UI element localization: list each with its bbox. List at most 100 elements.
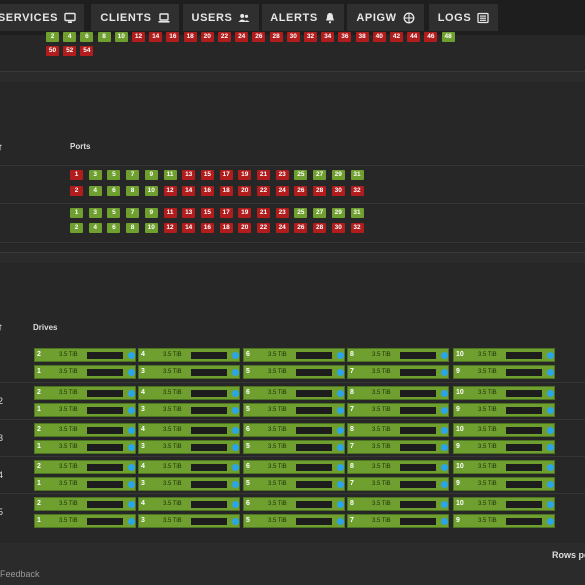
port-17[interactable]: 17: [219, 170, 233, 180]
port-30[interactable]: 30: [331, 186, 345, 196]
drive-slot[interactable]: 1 3.5 TiB: [34, 440, 136, 454]
port-10[interactable]: 10: [144, 186, 158, 196]
drive-slot[interactable]: 7 3.5 TiB: [347, 514, 449, 528]
ports-column-header[interactable]: Ports: [70, 142, 90, 151]
drive-slot[interactable]: 3 3.5 TiB: [138, 403, 240, 417]
tab-alerts[interactable]: ALERTS: [262, 4, 344, 31]
drive-slot[interactable]: 10 3.5 TiB: [453, 348, 555, 362]
port-24[interactable]: 24: [235, 32, 249, 42]
port-21[interactable]: 21: [257, 208, 270, 218]
port-14[interactable]: 14: [182, 223, 196, 233]
port-27[interactable]: 27: [313, 208, 327, 218]
port-52[interactable]: 52: [63, 46, 77, 56]
drive-slot[interactable]: 5 3.5 TiB: [243, 440, 345, 454]
port-12[interactable]: 12: [163, 223, 177, 233]
tab-apigw[interactable]: APIGW: [347, 4, 424, 31]
port-26[interactable]: 26: [294, 186, 308, 196]
port-4[interactable]: 4: [88, 223, 102, 233]
port-23[interactable]: 23: [275, 208, 289, 218]
drive-slot[interactable]: 1 3.5 TiB: [34, 403, 136, 417]
feedback-link[interactable]: Feedback: [0, 569, 40, 579]
arrow-up-icon[interactable]: ↑: [0, 322, 3, 333]
drive-slot[interactable]: 3 3.5 TiB: [138, 440, 240, 454]
drive-slot[interactable]: 7 3.5 TiB: [347, 477, 449, 491]
drive-slot[interactable]: 8 3.5 TiB: [347, 348, 449, 362]
drive-slot[interactable]: 9 3.5 TiB: [453, 477, 555, 491]
port-29[interactable]: 29: [331, 170, 345, 180]
port-2[interactable]: 2: [70, 186, 83, 196]
drive-slot[interactable]: 2 3.5 TiB: [34, 348, 136, 362]
drive-slot[interactable]: 8 3.5 TiB: [347, 386, 449, 400]
port-28[interactable]: 28: [313, 223, 327, 233]
port-2[interactable]: 2: [46, 32, 59, 42]
port-11[interactable]: 11: [163, 170, 177, 180]
drive-slot[interactable]: 4 3.5 TiB: [138, 423, 240, 437]
port-14[interactable]: 14: [182, 186, 196, 196]
drive-slot[interactable]: 8 3.5 TiB: [347, 460, 449, 474]
drive-slot[interactable]: 4 3.5 TiB: [138, 386, 240, 400]
port-50[interactable]: 50: [46, 46, 59, 56]
drive-slot[interactable]: 9 3.5 TiB: [453, 514, 555, 528]
port-6[interactable]: 6: [80, 32, 94, 42]
drive-slot[interactable]: 6 3.5 TiB: [243, 386, 345, 400]
port-8[interactable]: 8: [126, 223, 140, 233]
port-28[interactable]: 28: [313, 186, 327, 196]
port-34[interactable]: 34: [321, 32, 335, 42]
drive-slot[interactable]: 6 3.5 TiB: [243, 348, 345, 362]
port-26[interactable]: 26: [294, 223, 308, 233]
port-20[interactable]: 20: [238, 186, 252, 196]
port-32[interactable]: 32: [350, 186, 364, 196]
drive-slot[interactable]: 6 3.5 TiB: [243, 423, 345, 437]
port-24[interactable]: 24: [275, 186, 289, 196]
port-31[interactable]: 31: [350, 208, 364, 218]
tab-clients[interactable]: CLIENTS: [91, 4, 179, 31]
port-23[interactable]: 23: [275, 170, 289, 180]
tab-users[interactable]: USERS: [183, 4, 259, 31]
drive-slot[interactable]: 1 3.5 TiB: [34, 365, 136, 379]
drive-slot[interactable]: 7 3.5 TiB: [347, 440, 449, 454]
port-42[interactable]: 42: [390, 32, 403, 42]
port-9[interactable]: 9: [144, 170, 158, 180]
drive-slot[interactable]: 3 3.5 TiB: [138, 514, 240, 528]
arrow-up-icon[interactable]: ↑: [0, 142, 3, 153]
port-32[interactable]: 32: [304, 32, 317, 42]
port-10[interactable]: 10: [144, 223, 158, 233]
drive-slot[interactable]: 4 3.5 TiB: [138, 460, 240, 474]
port-22[interactable]: 22: [257, 223, 270, 233]
drive-slot[interactable]: 5 3.5 TiB: [243, 477, 345, 491]
port-3[interactable]: 3: [88, 170, 102, 180]
port-18[interactable]: 18: [219, 186, 233, 196]
drive-slot[interactable]: 2 3.5 TiB: [34, 386, 136, 400]
port-48[interactable]: 48: [441, 32, 455, 42]
port-26[interactable]: 26: [252, 32, 266, 42]
drive-slot[interactable]: 10 3.5 TiB: [453, 423, 555, 437]
port-14[interactable]: 14: [149, 32, 163, 42]
port-15[interactable]: 15: [200, 170, 214, 180]
port-13[interactable]: 13: [182, 208, 196, 218]
port-54[interactable]: 54: [80, 46, 94, 56]
port-16[interactable]: 16: [200, 186, 214, 196]
port-44[interactable]: 44: [407, 32, 421, 42]
drive-slot[interactable]: 6 3.5 TiB: [243, 497, 345, 511]
drive-slot[interactable]: 9 3.5 TiB: [453, 440, 555, 454]
port-28[interactable]: 28: [269, 32, 283, 42]
port-24[interactable]: 24: [275, 223, 289, 233]
port-16[interactable]: 16: [166, 32, 180, 42]
port-4[interactable]: 4: [63, 32, 77, 42]
port-11[interactable]: 11: [163, 208, 177, 218]
port-3[interactable]: 3: [88, 208, 102, 218]
port-32[interactable]: 32: [350, 223, 364, 233]
port-17[interactable]: 17: [219, 208, 233, 218]
port-9[interactable]: 9: [144, 208, 158, 218]
drive-slot[interactable]: 8 3.5 TiB: [347, 423, 449, 437]
drive-slot[interactable]: 8 3.5 TiB: [347, 497, 449, 511]
drive-slot[interactable]: 1 3.5 TiB: [34, 477, 136, 491]
port-6[interactable]: 6: [107, 223, 121, 233]
port-38[interactable]: 38: [355, 32, 369, 42]
port-8[interactable]: 8: [126, 186, 140, 196]
drive-slot[interactable]: 5 3.5 TiB: [243, 365, 345, 379]
port-25[interactable]: 25: [294, 208, 308, 218]
port-7[interactable]: 7: [126, 170, 140, 180]
drive-slot[interactable]: 3 3.5 TiB: [138, 365, 240, 379]
port-20[interactable]: 20: [200, 32, 214, 42]
